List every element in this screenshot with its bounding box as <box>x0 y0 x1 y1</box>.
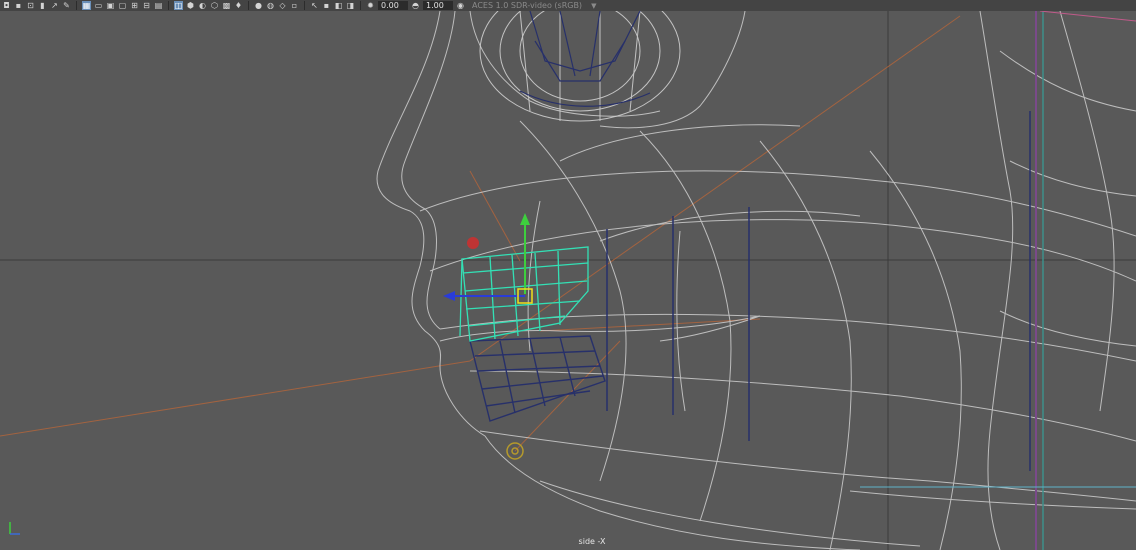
chevron-down-icon[interactable]: ▼ <box>591 2 596 10</box>
film-gate-icon[interactable]: ▭ <box>94 1 103 10</box>
grease-pencil-icon[interactable]: ✎ <box>62 1 71 10</box>
toolbar-separator <box>360 1 361 10</box>
safe-action-icon[interactable]: ⊟ <box>142 1 151 10</box>
field-chart-icon[interactable]: ⊞ <box>130 1 139 10</box>
screen-space-ao-icon[interactable]: ● <box>254 1 263 10</box>
xray-active-icon[interactable]: ◨ <box>346 1 355 10</box>
smooth-shade-icon[interactable]: ⬢ <box>186 1 195 10</box>
eye-wireframe <box>479 11 681 122</box>
gate-mask-icon[interactable]: ▢ <box>118 1 127 10</box>
manipulator-z-arrow[interactable] <box>443 291 455 301</box>
lip-guide-lines <box>606 111 1031 471</box>
textured-icon[interactable]: ⬡ <box>210 1 219 10</box>
gamma-field[interactable]: 1.00 <box>423 1 453 10</box>
viewport-panel-toolbar: ◘ ▪ ⊡ ▮ ↗ ✎ ▦ ▭ ▣ ▢ ⊞ ⊟ ▤ ◫ ⬢ ◐ ⬡ ▩ ♦ ● … <box>0 0 1136 11</box>
isolate-select-icon[interactable]: ↖ <box>310 1 319 10</box>
tongue-guide-curves <box>860 11 1136 550</box>
viewport-scene <box>0 11 1136 550</box>
camera-name-label: side -X <box>578 537 606 546</box>
bookmarks-icon[interactable]: ⊡ <box>26 1 35 10</box>
toolbar-separator <box>168 1 169 10</box>
multisample-aa-icon[interactable]: ◇ <box>278 1 287 10</box>
wireframe-on-shaded-icon[interactable]: ◐ <box>198 1 207 10</box>
toolbar-separator <box>248 1 249 10</box>
gamma-icon[interactable]: ◓ <box>411 1 420 10</box>
toolbar-separator <box>304 1 305 10</box>
image-plane-icon[interactable]: ▮ <box>38 1 47 10</box>
maya-viewport-panel: ◘ ▪ ⊡ ▮ ↗ ✎ ▦ ▭ ▣ ▢ ⊞ ⊟ ▤ ◫ ⬢ ◐ ⬡ ▩ ♦ ● … <box>0 0 1136 550</box>
view-transform-label[interactable]: ACES 1.0 SDR-video (sRGB) <box>472 1 582 10</box>
camera-attributes-icon[interactable]: ▪ <box>14 1 23 10</box>
eye-inner-mesh <box>519 11 651 107</box>
wireframe-icon[interactable]: ◫ <box>174 1 183 10</box>
camera-select-icon[interactable]: ◘ <box>2 1 11 10</box>
manipulator-x-handle[interactable] <box>467 237 479 249</box>
xray-joints-icon[interactable]: ◧ <box>334 1 343 10</box>
two-d-pan-zoom-icon[interactable]: ↗ <box>50 1 59 10</box>
grid-icon[interactable]: ▦ <box>82 1 91 10</box>
safe-title-icon[interactable]: ▤ <box>154 1 163 10</box>
manipulator-y-arrow[interactable] <box>520 213 530 225</box>
motion-blur-icon[interactable]: ◍ <box>266 1 275 10</box>
lower-teeth-mesh <box>469 335 606 422</box>
toolbar-separator <box>76 1 77 10</box>
exposure-field[interactable]: 0.00 <box>378 1 408 10</box>
exposure-icon[interactable]: ✹ <box>366 1 375 10</box>
shadows-icon[interactable]: ♦ <box>234 1 243 10</box>
resolution-gate-icon[interactable]: ▣ <box>106 1 115 10</box>
depth-of-field-icon[interactable]: ▫ <box>290 1 299 10</box>
joint-guide-lines <box>0 15 961 452</box>
lights-icon[interactable]: ▩ <box>222 1 231 10</box>
view-axis-indicator <box>4 518 24 538</box>
color-management-icon[interactable]: ◉ <box>456 1 465 10</box>
xray-icon[interactable]: ▪ <box>322 1 331 10</box>
side-view-viewport[interactable]: side -X <box>0 11 1136 550</box>
